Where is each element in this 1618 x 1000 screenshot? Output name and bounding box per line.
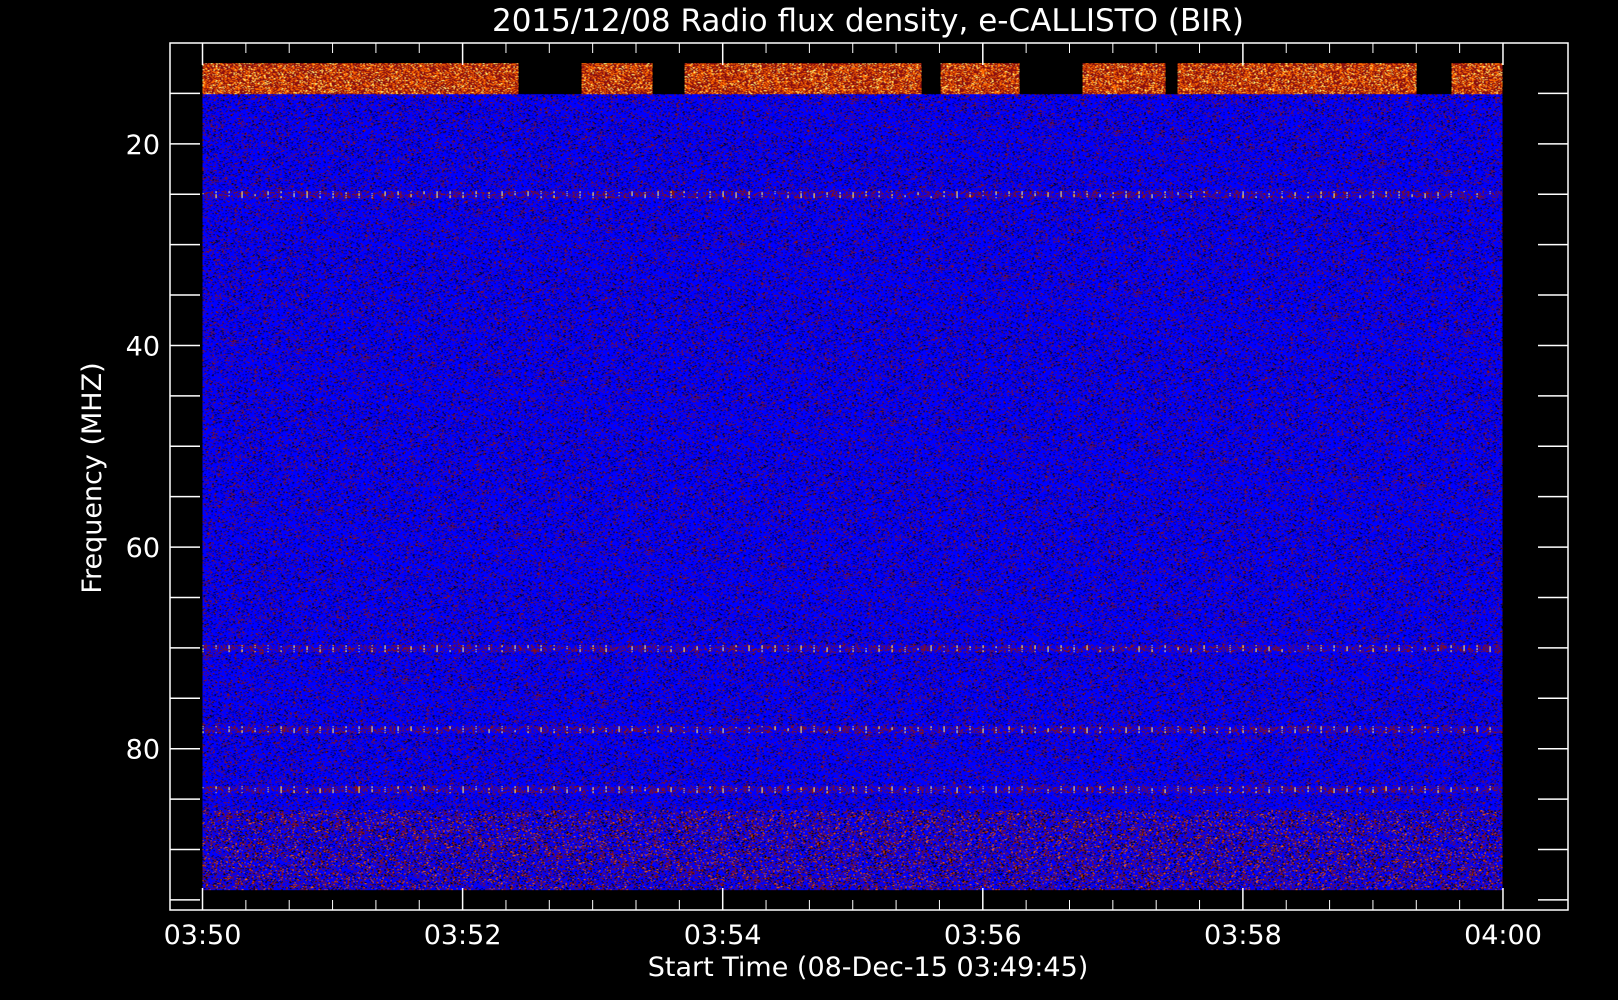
y-tick-label: 40: [126, 331, 160, 362]
x-axis-label: Start Time (08-Dec-15 03:49:45): [648, 952, 1089, 983]
y-tick-label: 60: [126, 533, 160, 564]
x-tick-label: 03:50: [164, 920, 242, 951]
y-axis-label: Frequency (MHZ): [77, 362, 108, 593]
x-tick-label: 03:58: [1204, 920, 1282, 951]
y-tick-label: 20: [126, 130, 160, 161]
chart-title: 2015/12/08 Radio flux density, e-CALLIST…: [492, 3, 1244, 39]
spectrogram-chart: 2015/12/08 Radio flux density, e-CALLIST…: [77, 3, 1569, 983]
spectrogram-image: [202, 63, 1503, 891]
x-tick-label: 03:52: [424, 920, 502, 951]
x-tick-label: 03:56: [944, 920, 1022, 951]
x-tick-label: 04:00: [1464, 920, 1542, 951]
x-tick-label: 03:54: [684, 920, 762, 951]
y-tick-label: 80: [126, 735, 160, 766]
spectrogram-raster: [202, 63, 1503, 891]
